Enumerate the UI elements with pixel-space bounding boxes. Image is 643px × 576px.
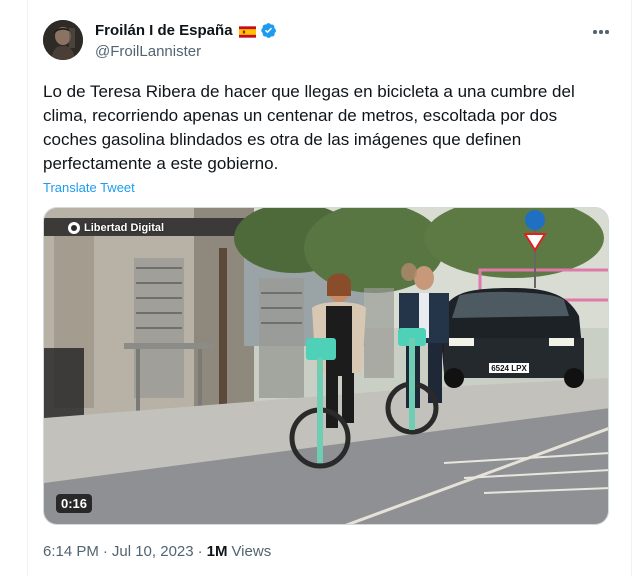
video-watermark: Libertad Digital — [68, 222, 164, 234]
tweet-metadata: 6:14 PM · Jul 10, 2023 · 1M Views — [43, 543, 271, 560]
more-dot-icon — [593, 30, 597, 34]
meta-separator: · — [197, 543, 203, 560]
video-duration-badge: 0:16 — [56, 494, 93, 513]
libertad-digital-logo-icon — [68, 222, 80, 234]
video-thumbnail: 6524 LPX — [44, 208, 608, 524]
author-display-name[interactable]: Froilán I de España — [95, 22, 233, 39]
author-name-row: Froilán I de España — [95, 22, 277, 39]
license-plate: 6524 LPX — [491, 364, 527, 373]
watermark-text: Libertad Digital — [84, 222, 165, 234]
author-handle[interactable]: @FroilLannister — [95, 43, 201, 60]
verified-badge-icon — [260, 22, 277, 39]
avatar[interactable] — [43, 20, 83, 60]
spain-flag-icon — [238, 25, 256, 38]
video-player[interactable]: 6524 LPX Libertad Digital 0:16 — [43, 207, 609, 525]
more-dot-icon — [599, 30, 603, 34]
more-options-button[interactable] — [590, 22, 612, 42]
translate-tweet-link[interactable]: Translate Tweet — [43, 180, 135, 195]
more-dot-icon — [605, 30, 609, 34]
tweet-date[interactable]: Jul 10, 2023 — [112, 543, 194, 560]
views-count[interactable]: 1M — [207, 543, 228, 560]
meta-separator: · — [102, 543, 108, 560]
tweet-text: Lo de Teresa Ribera de hacer que llegas … — [43, 82, 575, 173]
views-label: Views — [231, 543, 272, 560]
tweet-time[interactable]: 6:14 PM — [43, 543, 99, 560]
